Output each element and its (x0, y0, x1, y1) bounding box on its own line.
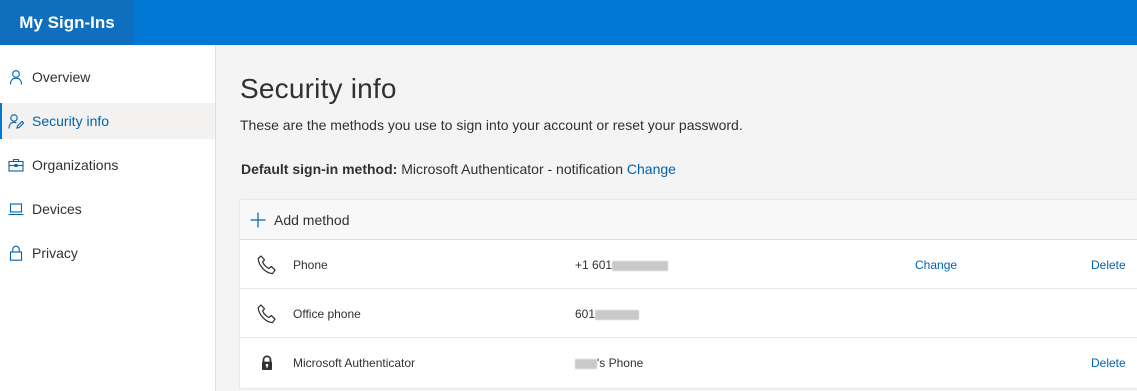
method-detail: 's Phone (575, 356, 643, 370)
method-row-microsoft-authenticator: Microsoft Authenticator 's Phone Delete (240, 338, 1137, 387)
security-methods-card: Add method Phone +1 601 Change Delete Of… (240, 200, 1137, 388)
top-bar: My Sign-Ins (0, 0, 1137, 45)
authenticator-lock-icon (256, 352, 278, 374)
change-link[interactable]: Change (915, 258, 957, 272)
sidebar-item-overview[interactable]: Overview (0, 59, 215, 95)
delete-link[interactable]: Delete (1091, 258, 1126, 272)
sidebar-item-label: Devices (32, 201, 82, 217)
app-title[interactable]: My Sign-Ins (0, 0, 134, 45)
person-edit-icon (8, 113, 24, 129)
sidebar-item-label: Privacy (32, 245, 78, 261)
main-content: Security info These are the methods you … (217, 45, 1137, 391)
sidebar-item-label: Security info (32, 113, 110, 129)
default-method-change-link[interactable]: Change (627, 161, 676, 177)
briefcase-icon (8, 157, 24, 173)
redacted-block (575, 358, 597, 369)
redacted-block (595, 309, 640, 320)
method-row-phone: Phone +1 601 Change Delete (240, 240, 1137, 289)
method-name: Office phone (293, 307, 361, 321)
delete-link[interactable]: Delete (1091, 356, 1126, 370)
phone-icon (256, 303, 278, 325)
default-sign-in-method: Default sign-in method: Microsoft Authen… (241, 161, 676, 177)
phone-icon (256, 254, 278, 276)
add-method-button[interactable]: Add method (240, 200, 1137, 240)
method-detail-text: 601 (575, 307, 596, 321)
page-subtitle: These are the methods you use to sign in… (240, 117, 743, 133)
method-detail: 601 (575, 307, 640, 321)
default-method-label: Default sign-in method: (241, 161, 398, 177)
sidebar-item-label: Overview (32, 69, 91, 85)
default-method-value: Microsoft Authenticator - notification (401, 161, 623, 177)
person-icon (8, 69, 24, 85)
method-row-office-phone: Office phone 601 (240, 289, 1137, 338)
laptop-icon (8, 201, 24, 217)
redacted-block (612, 260, 669, 271)
plus-icon (250, 212, 266, 228)
sidebar-item-organizations[interactable]: Organizations (0, 147, 215, 183)
method-name: Microsoft Authenticator (293, 356, 416, 370)
sidebar-item-privacy[interactable]: Privacy (0, 235, 215, 271)
sidebar: Overview Security info Organizations Dev… (0, 45, 216, 391)
sidebar-item-security-info[interactable]: Security info (0, 103, 215, 139)
page-title: Security info (240, 73, 397, 104)
method-name: Phone (293, 258, 328, 272)
sidebar-item-devices[interactable]: Devices (0, 191, 215, 227)
lock-icon (8, 245, 24, 261)
method-detail: +1 601 (575, 258, 669, 272)
sidebar-item-label: Organizations (32, 157, 119, 173)
method-detail-text: 's Phone (597, 356, 644, 370)
method-detail-text: +1 601 (575, 258, 613, 272)
add-method-label: Add method (274, 211, 350, 228)
